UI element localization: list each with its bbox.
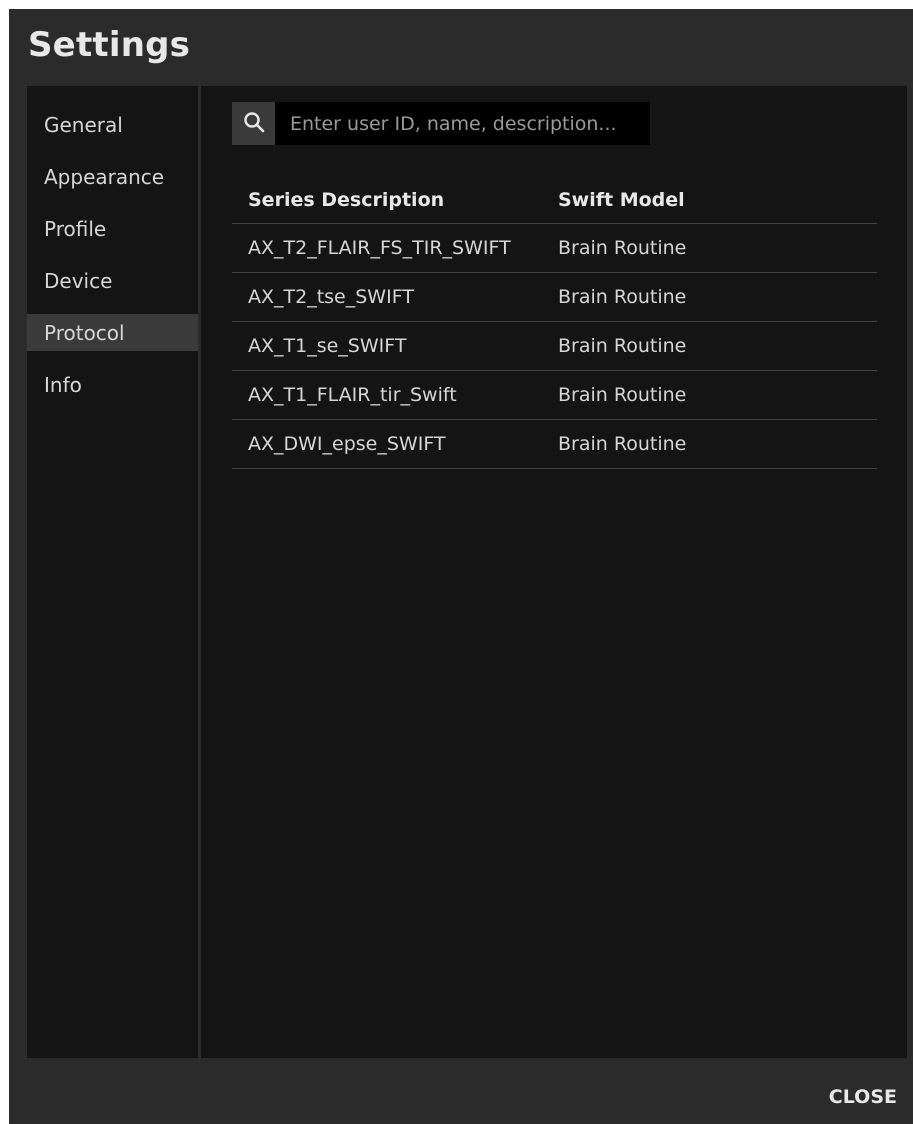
cell-swift-model: Brain Routine — [558, 286, 687, 308]
settings-sidebar: General Appearance Profile Device Protoc… — [27, 86, 198, 1058]
cell-swift-model: Brain Routine — [558, 433, 687, 455]
cell-series-description: AX_T2_tse_SWIFT — [248, 286, 414, 308]
sidebar-item-label: Device — [44, 268, 113, 293]
column-header-series-description[interactable]: Series Description — [232, 189, 558, 211]
table-row[interactable]: AX_T2_FLAIR_FS_TIR_SWIFT Brain Routine — [232, 224, 877, 273]
settings-dialog: Settings General Appearance Profile Devi… — [9, 9, 913, 1124]
cell-swift-model: Brain Routine — [558, 237, 687, 259]
sidebar-item-label: Profile — [44, 216, 107, 241]
table-row[interactable]: AX_T1_se_SWIFT Brain Routine — [232, 322, 877, 371]
search-icon — [243, 111, 265, 137]
sidebar-item-info[interactable]: Info — [27, 366, 198, 403]
sidebar-item-protocol[interactable]: Protocol — [27, 314, 198, 351]
sidebar-item-label: Info — [44, 372, 82, 397]
cell-series-description: AX_DWI_epse_SWIFT — [248, 433, 446, 455]
sidebar-item-label: Protocol — [44, 320, 125, 345]
dialog-title: Settings — [28, 25, 191, 65]
cell-swift-model: Brain Routine — [558, 384, 687, 406]
cell-series-description: AX_T2_FLAIR_FS_TIR_SWIFT — [248, 237, 511, 259]
table-header: Series Description Swift Model — [232, 176, 877, 224]
cell-swift-model: Brain Routine — [558, 335, 687, 357]
sidebar-item-appearance[interactable]: Appearance — [27, 158, 198, 195]
sidebar-item-profile[interactable]: Profile — [27, 210, 198, 247]
search-bar — [232, 102, 650, 145]
sidebar-item-label: Appearance — [44, 164, 165, 189]
search-button[interactable] — [232, 102, 275, 145]
sidebar-item-general[interactable]: General — [27, 106, 198, 143]
table-row[interactable]: AX_DWI_epse_SWIFT Brain Routine — [232, 420, 877, 469]
protocol-panel: Series Description Swift Model AX_T2_FLA… — [201, 86, 907, 1058]
search-input[interactable] — [275, 102, 650, 145]
protocol-table: Series Description Swift Model AX_T2_FLA… — [232, 176, 877, 469]
table-row[interactable]: AX_T1_FLAIR_tir_Swift Brain Routine — [232, 371, 877, 420]
settings-body: General Appearance Profile Device Protoc… — [27, 86, 907, 1058]
sidebar-item-device[interactable]: Device — [27, 262, 198, 299]
cell-series-description: AX_T1_FLAIR_tir_Swift — [248, 384, 457, 406]
cell-series-description: AX_T1_se_SWIFT — [248, 335, 407, 357]
table-row[interactable]: AX_T2_tse_SWIFT Brain Routine — [232, 273, 877, 322]
close-button[interactable]: CLOSE — [829, 1086, 897, 1108]
column-header-swift-model[interactable]: Swift Model — [558, 189, 877, 211]
sidebar-item-label: General — [44, 112, 123, 137]
